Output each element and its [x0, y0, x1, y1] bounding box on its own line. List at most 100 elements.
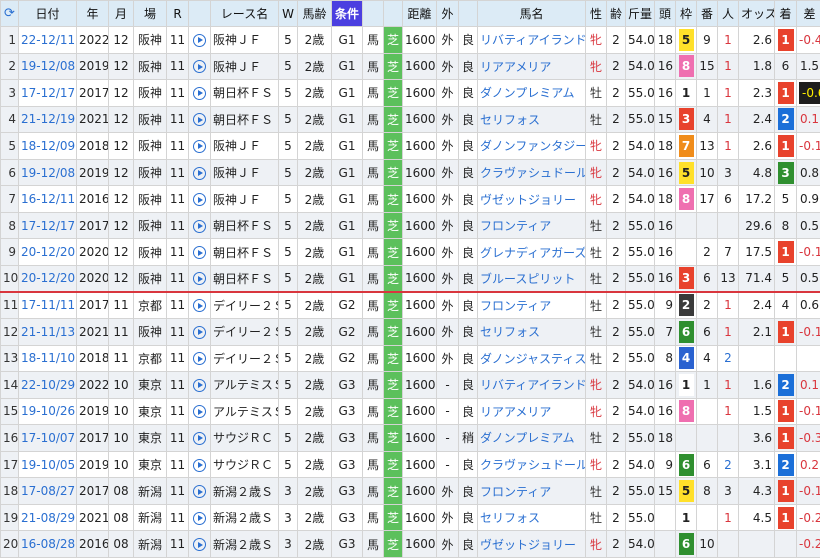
col-distance[interactable]: 距離 — [402, 0, 437, 27]
horse-name-link[interactable]: ダノンプレミアム — [477, 424, 586, 452]
play-video-icon[interactable] — [193, 431, 206, 445]
table-row[interactable]: 11 17-11/11 2017 11 京都 11 デイリー２Ｓ 5 2歳 G2 馬芝 1600 外良フ… — [0, 291, 820, 320]
play-video-icon[interactable] — [193, 352, 206, 366]
col-horse[interactable]: 馬名 — [477, 0, 586, 27]
table-row[interactable]: 13 18-11/10 2018 11 京都 11 デイリー２Ｓ 5 2歳 G2 馬芝 1600 外良ダ… — [0, 344, 820, 373]
col-sex[interactable]: 性 — [585, 0, 607, 27]
play-video-icon[interactable] — [193, 246, 206, 260]
play-video-icon[interactable] — [193, 113, 206, 127]
horse-name-link[interactable]: ダノンファンタジー — [477, 132, 586, 160]
refresh-icon[interactable]: ⟳ — [0, 0, 19, 27]
table-row[interactable]: 20 16-08/28 2016 08 新潟 11 新潟２歳Ｓ 3 2歳 G3 馬芝 1600 外良ヴゼ… — [0, 530, 820, 558]
col-finish[interactable]: 着 — [774, 0, 797, 27]
horse-name-link[interactable]: ブルースピリット — [477, 264, 586, 293]
race-date-link[interactable]: 16-12/11 — [18, 185, 77, 213]
table-row[interactable]: 5 18-12/09 2018 12 阪神 11 阪神ＪＦ 5 2歳 G1 馬芝 1600 外良ダノンフ… — [0, 132, 820, 160]
col-weight[interactable]: 斤量 — [625, 0, 655, 27]
horse-name-link[interactable]: リバティアイランド — [477, 26, 586, 54]
col-inout[interactable]: 外 — [436, 0, 459, 27]
col-number[interactable]: 番 — [696, 0, 718, 27]
video-cell[interactable] — [188, 530, 211, 558]
video-cell[interactable] — [188, 158, 211, 187]
play-video-icon[interactable] — [193, 60, 206, 74]
race-date-link[interactable]: 18-12/09 — [18, 132, 77, 160]
video-cell[interactable] — [188, 105, 211, 134]
horse-name-link[interactable]: セリフォス — [477, 503, 586, 532]
col-race-name[interactable]: レース名 — [210, 0, 279, 27]
col-year[interactable]: 年 — [76, 0, 109, 27]
video-cell[interactable] — [188, 477, 211, 505]
race-date-link[interactable]: 22-12/11 — [18, 26, 77, 54]
horse-name-link[interactable]: ダノンジャスティス — [477, 344, 586, 373]
horse-name-link[interactable]: リバティアイランド — [477, 371, 586, 399]
horse-name-link[interactable]: フロンティア — [477, 477, 586, 505]
col-waku[interactable]: 枠 — [675, 0, 697, 27]
video-cell[interactable] — [188, 52, 211, 81]
video-cell[interactable] — [188, 397, 211, 426]
video-cell[interactable] — [188, 79, 211, 107]
video-cell[interactable] — [188, 291, 211, 320]
table-row[interactable]: 8 17-12/17 2017 12 阪神 11 朝日杯ＦＳ 5 2歳 G1 馬芝 1600 外良フロン… — [0, 211, 820, 240]
video-cell[interactable] — [188, 185, 211, 213]
video-cell[interactable] — [188, 318, 211, 346]
race-date-link[interactable]: 20-12/20 — [18, 264, 77, 293]
table-row[interactable]: 18 17-08/27 2017 08 新潟 11 新潟２歳Ｓ 3 2歳 G3 馬芝 1600 外良フロ… — [0, 477, 820, 505]
col-date[interactable]: 日付 — [18, 0, 77, 27]
play-video-icon[interactable] — [193, 405, 206, 419]
col-horse-age[interactable]: 齢 — [606, 0, 626, 27]
play-video-icon[interactable] — [193, 378, 206, 392]
race-date-link[interactable]: 17-10/07 — [18, 424, 77, 452]
play-video-icon[interactable] — [193, 272, 206, 286]
col-age[interactable]: 馬齢 — [297, 0, 332, 27]
table-row[interactable]: 1 22-12/11 2022 12 阪神 11 阪神ＪＦ 5 2歳 G1 馬芝 1600 外良リバティ… — [0, 26, 820, 54]
race-date-link[interactable]: 19-12/08 — [18, 158, 77, 187]
play-video-icon[interactable] — [193, 458, 206, 472]
video-cell[interactable] — [188, 450, 211, 479]
video-cell[interactable] — [188, 371, 211, 399]
video-cell[interactable] — [188, 132, 211, 160]
table-row[interactable]: 17 19-10/05 2019 10 東京 11 サウジＲＣ 5 2歳 G3 馬芝 1600- 良クラ… — [0, 450, 820, 479]
horse-name-link[interactable]: ヴゼットジョリー — [477, 530, 586, 558]
play-video-icon[interactable] — [193, 538, 206, 552]
horse-name-link[interactable]: リアアメリア — [477, 397, 586, 426]
race-date-link[interactable]: 18-11/10 — [18, 344, 77, 373]
play-video-icon[interactable] — [193, 219, 206, 233]
play-video-icon[interactable] — [193, 299, 206, 313]
video-cell[interactable] — [188, 424, 211, 452]
col-month[interactable]: 月 — [108, 0, 134, 27]
horse-name-link[interactable]: フロンティア — [477, 291, 586, 320]
horse-name-link[interactable]: ヴゼットジョリー — [477, 185, 586, 213]
col-course[interactable]: 場 — [133, 0, 167, 27]
video-cell[interactable] — [188, 264, 211, 293]
table-row[interactable]: 2 19-12/08 2019 12 阪神 11 阪神ＪＦ 5 2歳 G1 馬芝 1600 外良リアアメ… — [0, 52, 820, 81]
table-row[interactable]: 9 20-12/20 2020 12 阪神 11 朝日杯ＦＳ 5 2歳 G1 馬芝 1600 外良グレナ… — [0, 238, 820, 266]
play-video-icon[interactable] — [193, 86, 206, 100]
race-date-link[interactable]: 21-11/13 — [18, 318, 77, 346]
col-condition[interactable]: 条件 — [331, 0, 363, 27]
video-cell[interactable] — [188, 344, 211, 373]
col-margin[interactable]: 差 — [796, 0, 820, 27]
play-video-icon[interactable] — [193, 33, 206, 47]
race-date-link[interactable]: 19-10/05 — [18, 450, 77, 479]
race-date-link[interactable]: 19-10/26 — [18, 397, 77, 426]
play-video-icon[interactable] — [193, 193, 206, 207]
play-video-icon[interactable] — [193, 325, 206, 339]
video-cell[interactable] — [188, 211, 211, 240]
horse-name-link[interactable]: ダノンプレミアム — [477, 79, 586, 107]
race-date-link[interactable]: 16-08/28 — [18, 530, 77, 558]
horse-name-link[interactable]: フロンティア — [477, 211, 586, 240]
race-date-link[interactable]: 21-12/19 — [18, 105, 77, 134]
table-row[interactable]: 15 19-10/26 2019 10 東京 11 アルテミスＳ 5 2歳 G3 馬芝 1600- 良リ… — [0, 397, 820, 426]
col-week[interactable]: W — [278, 0, 298, 27]
table-row[interactable]: 6 19-12/08 2019 12 阪神 11 阪神ＪＦ 5 2歳 G1 馬芝 1600 外良クラヴァ… — [0, 158, 820, 187]
col-odds[interactable]: オッズ — [738, 0, 775, 27]
horse-name-link[interactable]: クラヴァシュドール — [477, 450, 586, 479]
table-row[interactable]: 19 21-08/29 2021 08 新潟 11 新潟２歳Ｓ 3 2歳 G3 馬芝 1600 外良セリ… — [0, 503, 820, 532]
race-date-link[interactable]: 17-12/17 — [18, 211, 77, 240]
play-video-icon[interactable] — [193, 511, 206, 525]
horse-name-link[interactable]: グレナディアガーズ — [477, 238, 586, 266]
horse-name-link[interactable]: リアアメリア — [477, 52, 586, 81]
table-row[interactable]: 16 17-10/07 2017 10 東京 11 サウジＲＣ 5 2歳 G3 馬芝 1600- 稍ダノ… — [0, 424, 820, 452]
table-row[interactable]: 12 21-11/13 2021 11 阪神 11 デイリー２Ｓ 5 2歳 G2 馬芝 1600 外良セ… — [0, 318, 820, 346]
play-video-icon[interactable] — [193, 485, 206, 499]
